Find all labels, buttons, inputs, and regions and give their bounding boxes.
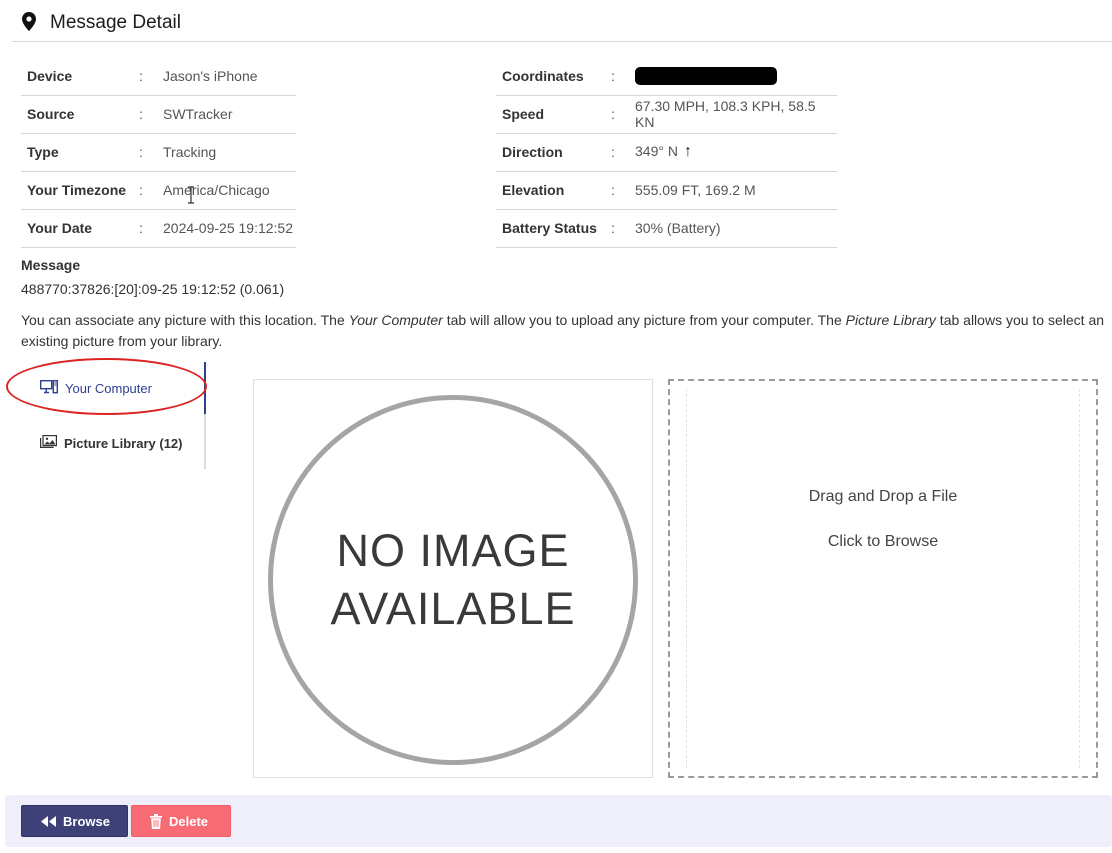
detail-label: Your Date [21,209,139,248]
detail-separator: : [611,209,635,248]
detail-row-direction: Direction : 349° N ↑ [496,133,837,172]
detail-row-type: Type : Tracking [21,133,296,172]
page-title: Message Detail [50,12,181,33]
annotation-circle [6,358,207,415]
browse-label: Browse [63,813,110,829]
detail-value: SWTracker [163,95,296,134]
page-header: Message Detail [12,0,1112,42]
detail-separator: : [139,209,163,248]
detail-row-elevation: Elevation : 555.09 FT, 169.2 M [496,171,837,210]
detail-label: Speed [496,95,611,134]
detail-label: Direction [496,133,611,172]
detail-value: 349° N [635,143,678,159]
help-text-emphasis: Picture Library [845,312,936,328]
detail-label: Source [21,95,139,134]
detail-value: Jason's iPhone [163,57,296,96]
detail-label: Coordinates [496,57,611,96]
no-image-placeholder: NO IMAGE AVAILABLE [268,395,638,765]
trash-icon [150,813,162,829]
no-image-text: NO IMAGE [336,525,570,576]
location-details-table: Coordinates : Speed : 67.30 MPH, 108.3 K… [496,57,837,248]
map-pin-icon [22,12,36,34]
detail-row-device: Device : Jason's iPhone [21,57,296,96]
detail-value: America/Chicago [163,171,296,210]
detail-row-source: Source : SWTracker [21,95,296,134]
backward-icon [41,815,56,827]
detail-label: Your Timezone [21,171,139,210]
detail-separator: : [139,171,163,210]
detail-label: Device [21,57,139,96]
tab-picture-library[interactable]: Picture Library (12) [21,417,206,469]
detail-separator: : [611,95,635,134]
redacted-coordinates [635,66,777,85]
click-to-browse[interactable]: Click to Browse [687,533,1079,551]
no-image-text: AVAILABLE [330,583,576,634]
detail-separator: : [139,57,163,96]
text-cursor-icon [188,186,194,204]
image-preview: NO IMAGE AVAILABLE [253,379,653,778]
help-text-part: You can associate any picture with this … [21,312,349,328]
file-dropzone[interactable]: Drag and Drop a File Click to Browse [668,379,1098,778]
delete-label: Delete [169,813,209,829]
action-bar: Browse Delete [5,795,1112,847]
tab-label: Picture Library (12) [64,435,183,451]
detail-label: Elevation [496,171,611,210]
detail-value: 2024-09-25 19:12:52 [163,209,296,248]
arrow-up-icon: ↑ [683,143,692,160]
detail-row-date: Your Date : 2024-09-25 19:12:52 [21,209,296,248]
browse-button[interactable]: Browse [21,805,128,837]
device-details-table: Device : Jason's iPhone Source : SWTrack… [21,57,296,248]
message-label: Message [21,257,81,273]
detail-value: Tracking [163,133,296,172]
message-value: 488770:37826:[20]:09-25 19:12:52 (0.061) [21,281,285,297]
delete-button[interactable]: Delete [131,805,231,837]
detail-separator: : [139,133,163,172]
dropzone-instruction: Drag and Drop a File [808,488,958,505]
detail-value: 67.30 MPH, 108.3 KPH, 58.5 KN [635,95,837,134]
picture-help-text: You can associate any picture with this … [21,310,1106,352]
detail-row-timezone: Your Timezone : America/Chicago [21,171,296,210]
detail-separator: : [611,57,635,96]
help-text-part: tab will allow you to upload any picture… [442,312,846,328]
detail-row-speed: Speed : 67.30 MPH, 108.3 KPH, 58.5 KN [496,95,837,134]
detail-row-battery: Battery Status : 30% (Battery) [496,209,837,248]
detail-separator: : [611,171,635,210]
image-icon [40,435,57,451]
detail-value: 555.09 FT, 169.2 M [635,171,837,210]
detail-separator: : [139,95,163,134]
detail-value: 30% (Battery) [635,209,837,248]
detail-label: Battery Status [496,209,611,248]
detail-separator: : [611,133,635,172]
detail-row-coordinates: Coordinates : [496,57,837,96]
detail-label: Type [21,133,139,172]
help-text-emphasis: Your Computer [348,312,443,328]
